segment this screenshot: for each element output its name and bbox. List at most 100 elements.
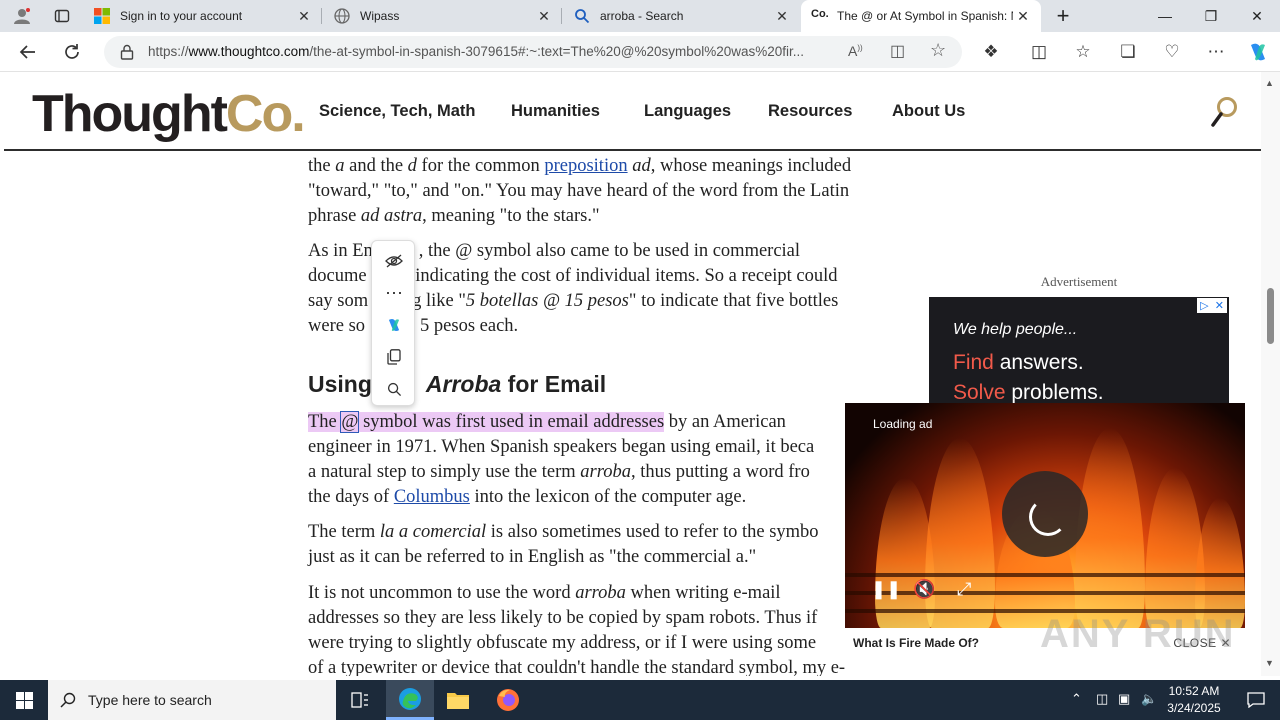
start-button[interactable] <box>0 680 48 720</box>
split-screen-icon[interactable]: ◫ <box>1023 36 1055 68</box>
url-scheme: https:// <box>148 44 189 59</box>
network-icon[interactable]: ▣ <box>1118 691 1130 707</box>
text-run: d <box>407 156 417 176</box>
tab-arroba-search[interactable]: arroba - Search ✕ <box>564 0 800 32</box>
ad-choices[interactable]: ▷ ✕ <box>1197 298 1227 313</box>
browser-essentials-icon[interactable]: ♡ <box>1156 36 1188 68</box>
search-icon[interactable] <box>1210 96 1238 128</box>
line: the days of Columbus into the lexicon of… <box>308 485 898 510</box>
nav-about-us[interactable]: About Us <box>892 102 965 121</box>
clock-time: 10:52 AM <box>1168 684 1220 698</box>
text-run: ad astra <box>360 206 423 226</box>
nav-humanities[interactable]: Humanities <box>511 102 600 121</box>
tab-title: Sign in to your account <box>120 9 243 23</box>
copy-button[interactable] <box>372 341 416 373</box>
refresh-button[interactable] <box>56 36 88 68</box>
profile-button[interactable] <box>4 0 42 32</box>
close-icon[interactable]: ✕ <box>772 8 792 25</box>
article-paragraph-1: the a and the d for the common prepositi… <box>308 154 898 229</box>
collections-icon[interactable]: ❏ <box>1112 36 1144 68</box>
immersive-reader-icon[interactable]: ◫ <box>890 41 905 61</box>
text-run: 5 pesos each. <box>420 316 519 336</box>
line: just as it can be referred to in English… <box>308 547 757 567</box>
text-run: Using <box>308 371 372 397</box>
preposition-link[interactable]: preposition <box>544 156 627 176</box>
selected-text[interactable]: @ <box>340 411 360 433</box>
columbus-link[interactable]: Columbus <box>394 487 470 507</box>
file-explorer-icon[interactable] <box>434 680 482 720</box>
system-clock[interactable]: 10:52 AM 3/24/2025 <box>1160 683 1228 717</box>
extensions-icon[interactable]: ❖ <box>975 36 1007 68</box>
minimize-button[interactable]: — <box>1142 0 1188 32</box>
site-logo[interactable]: ThoughtCo. <box>32 84 306 144</box>
close-icon[interactable]: ✕ <box>534 8 554 25</box>
more-options-icon[interactable]: ⋯ <box>372 277 416 309</box>
text-run: were so <box>308 316 366 336</box>
text-run: Solve <box>953 381 1006 404</box>
notification-icon[interactable] <box>1232 680 1280 720</box>
taskbar-search[interactable]: Type here to search <box>48 680 336 720</box>
address-bar[interactable]: https://www.thoughtco.com/the-at-symbol-… <box>104 36 962 68</box>
clock-date: 3/24/2025 <box>1167 701 1221 715</box>
url-text: https://www.thoughtco.com/the-at-symbol-… <box>148 44 848 59</box>
favorites-icon[interactable]: ☆ <box>1067 36 1099 68</box>
close-icon[interactable]: ✕ <box>1013 8 1033 25</box>
search-icon <box>387 382 401 396</box>
firefox-icon[interactable] <box>484 680 532 720</box>
nav-resources[interactable]: Resources <box>768 102 852 121</box>
read-aloud-icon[interactable]: A)) <box>848 43 863 59</box>
favorite-star-icon[interactable]: ☆ <box>930 40 946 61</box>
hide-menu-button[interactable] <box>372 245 416 277</box>
chevron-up-icon[interactable]: ⌃ <box>1071 691 1082 707</box>
tab-wipass[interactable]: Wipass ✕ <box>324 0 562 32</box>
close-icon[interactable]: ✕ <box>1215 299 1224 312</box>
site-header: ThoughtCo. Science, Tech, Math Humanitie… <box>4 72 1261 151</box>
tab-thoughtco[interactable]: Co. The @ or At Symbol in Spanish: N ✕ <box>801 0 1041 32</box>
url-path: /the-at-symbol-in-spanish-3079615#:~:tex… <box>309 44 805 59</box>
window-close-button[interactable]: ✕ <box>1234 0 1280 32</box>
tab-actions-button[interactable] <box>44 0 80 32</box>
page-scrollbar[interactable]: ▲ ▼ <box>1261 72 1280 676</box>
new-tab-button[interactable]: + <box>1040 0 1086 32</box>
scrollbar-thumb[interactable] <box>1267 288 1274 344</box>
fullscreen-icon[interactable]: ⤢ <box>957 579 971 600</box>
tab-bar: Sign in to your account ✕ Wipass ✕ arrob… <box>0 0 1280 32</box>
ad-info-icon[interactable]: ▷ <box>1200 299 1208 312</box>
copilot-icon <box>1251 43 1265 61</box>
highlighted-text[interactable]: symbol was first used in email addresses <box>358 412 665 432</box>
restore-button[interactable]: ❐ <box>1188 0 1234 32</box>
text-run: , thus putting a word fro <box>631 462 810 482</box>
volume-icon[interactable]: 🔈 <box>1141 691 1157 707</box>
mute-icon[interactable]: 🔇 <box>913 579 935 600</box>
nav-science-tech-math[interactable]: Science, Tech, Math <box>319 102 476 121</box>
article-paragraph-4: The term la a comercial is also sometime… <box>308 520 898 570</box>
close-icon[interactable]: ✕ <box>294 8 314 25</box>
nav-languages[interactable]: Languages <box>644 102 731 121</box>
settings-more-icon[interactable]: ⋯ <box>1200 36 1232 68</box>
text-run: la a comercial <box>379 522 487 542</box>
scroll-down-icon[interactable]: ▼ <box>1265 658 1274 668</box>
line: The @ symbol was first used in email add… <box>308 410 898 435</box>
search-selection-button[interactable] <box>372 373 416 405</box>
scroll-up-icon[interactable]: ▲ <box>1265 78 1274 88</box>
video-player[interactable]: Loading ad ❚❚ 🔇 ⤢ <box>845 403 1245 628</box>
refresh-icon <box>65 44 79 59</box>
tab-sign-in[interactable]: Sign in to your account ✕ <box>84 0 322 32</box>
copilot-menu-button[interactable] <box>372 309 416 341</box>
address-bar-row: https://www.thoughtco.com/the-at-symbol-… <box>0 32 1280 72</box>
highlighted-text[interactable]: The <box>308 412 342 432</box>
device-icon[interactable]: ◫ <box>1096 691 1108 707</box>
text-run: Arroba <box>425 371 502 397</box>
video-title: What Is Fire Made Of? <box>853 636 980 650</box>
logo-accent: Co. <box>225 85 306 143</box>
advertisement-banner[interactable]: ▷ ✕ We help people... Find answers. Solve… <box>929 297 1229 407</box>
watermark: ANY RUN <box>1040 612 1236 656</box>
profile-icon <box>14 8 30 24</box>
video-status: Loading ad <box>873 417 933 431</box>
copilot-button[interactable] <box>1242 36 1274 68</box>
back-button[interactable] <box>12 36 44 68</box>
pause-icon[interactable]: ❚❚ <box>871 579 901 600</box>
task-view-icon[interactable] <box>336 680 384 720</box>
ad-headline-2: Solve problems. <box>953 381 1104 405</box>
edge-taskbar-icon[interactable] <box>386 680 434 720</box>
